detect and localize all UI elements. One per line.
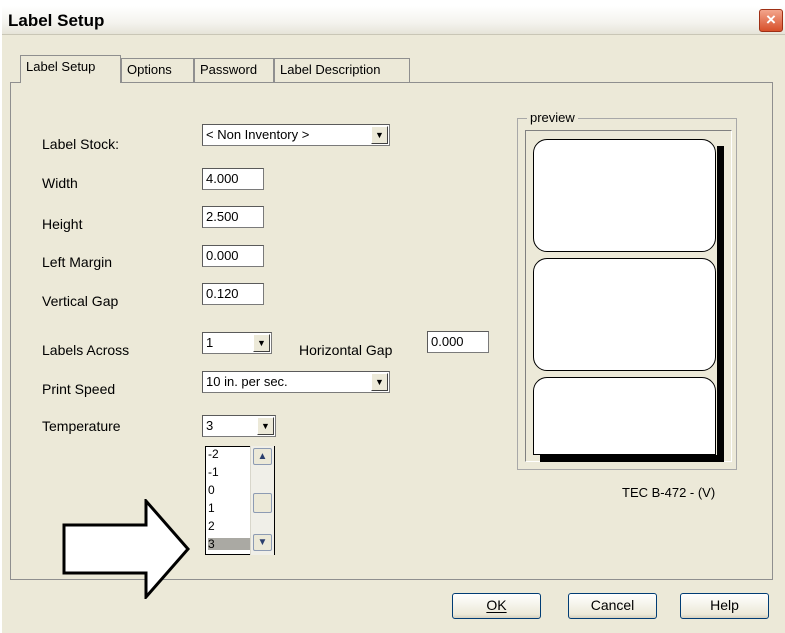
cancel-button[interactable]: Cancel	[568, 593, 657, 619]
temperature-select[interactable]: 3 ▼	[202, 415, 276, 437]
chevron-down-icon[interactable]: ▼	[257, 417, 274, 435]
labels-across-value: 1	[206, 335, 214, 350]
close-icon: ×	[766, 10, 776, 29]
preview-label-2	[533, 258, 716, 371]
list-item[interactable]: 2	[208, 520, 215, 532]
width-label: Width	[42, 175, 78, 191]
preview-label-1	[533, 139, 716, 252]
horizontal-gap-label: Horizontal Gap	[299, 342, 393, 358]
close-button[interactable]: ×	[759, 9, 783, 32]
chevron-down-icon: ▼	[257, 537, 268, 548]
help-label: Help	[710, 597, 739, 613]
scroll-up-button[interactable]: ▲	[253, 448, 272, 465]
scroll-thumb[interactable]	[253, 493, 272, 513]
window-title: Label Setup	[8, 11, 105, 30]
list-item-selected[interactable]: 3	[208, 538, 253, 550]
left-margin-value: 0.000	[206, 248, 239, 263]
list-scrollbar[interactable]: ▲ ▼	[250, 446, 274, 555]
print-speed-value: 10 in. per sec.	[206, 374, 288, 389]
labels-across-label: Labels Across	[42, 342, 130, 358]
chevron-down-icon[interactable]: ▼	[371, 126, 388, 144]
arrow-icon	[62, 499, 190, 599]
ok-button[interactable]: OK	[452, 593, 541, 619]
vertical-gap-label: Vertical Gap	[42, 293, 119, 309]
label-shadow	[717, 146, 724, 461]
labels-across-select[interactable]: 1 ▼	[202, 332, 272, 354]
preview-legend: preview	[527, 110, 578, 125]
list-item[interactable]: 0	[208, 484, 215, 496]
tab-label: Options	[127, 62, 172, 77]
horizontal-gap-value: 0.000	[431, 334, 464, 349]
scroll-down-button[interactable]: ▼	[253, 534, 272, 551]
tab-label-setup[interactable]: Label Setup	[20, 55, 121, 83]
help-button[interactable]: Help	[680, 593, 769, 619]
label-stock-value: < Non Inventory >	[206, 127, 310, 142]
horizontal-gap-field[interactable]: 0.000	[427, 331, 489, 353]
width-value: 4.000	[206, 171, 239, 186]
list-item[interactable]: 1	[208, 502, 215, 514]
label-shadow	[540, 455, 724, 462]
tab-label: Label Setup	[26, 59, 96, 74]
tab-label: Label Description	[280, 62, 381, 77]
chevron-down-icon[interactable]: ▼	[253, 334, 270, 352]
preview-label-3	[533, 377, 716, 455]
tab-options[interactable]: Options	[121, 58, 194, 82]
label-stock-label: Label Stock:	[42, 136, 120, 152]
left-margin-field[interactable]: 0.000	[202, 245, 264, 267]
list-item[interactable]: -1	[208, 466, 219, 478]
tab-password[interactable]: Password	[194, 58, 274, 82]
height-label: Height	[42, 216, 83, 232]
cancel-label: Cancel	[590, 597, 635, 613]
printer-name: TEC B-472 - (V)	[622, 485, 716, 500]
height-value: 2.500	[206, 209, 239, 224]
label-stock-select[interactable]: < Non Inventory > ▼	[202, 124, 390, 146]
tab-label-description[interactable]: Label Description	[274, 58, 410, 82]
title-bar[interactable]: Label Setup ×	[2, 6, 785, 35]
temperature-value: 3	[206, 418, 214, 433]
chevron-down-icon[interactable]: ▼	[371, 373, 388, 391]
ok-label: OK	[486, 597, 507, 613]
chevron-up-icon: ▲	[257, 451, 268, 462]
vertical-gap-value: 0.120	[206, 286, 239, 301]
height-field[interactable]: 2.500	[202, 206, 264, 228]
temperature-label: Temperature	[42, 418, 121, 434]
tab-label: Password	[200, 62, 258, 77]
vertical-gap-field[interactable]: 0.120	[202, 283, 264, 305]
list-item[interactable]: -2	[208, 448, 219, 460]
left-margin-label: Left Margin	[42, 254, 113, 270]
print-speed-select[interactable]: 10 in. per sec. ▼	[202, 371, 390, 393]
print-speed-label: Print Speed	[42, 381, 116, 397]
width-field[interactable]: 4.000	[202, 168, 264, 190]
